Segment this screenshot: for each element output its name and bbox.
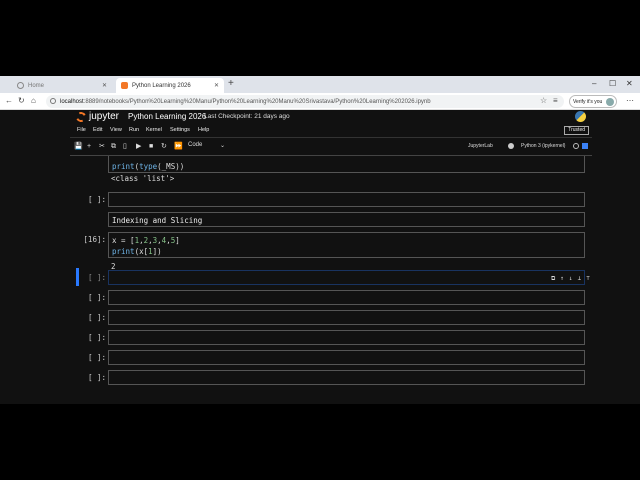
close-window-icon[interactable]: ✕ [626, 79, 633, 89]
chevron-down-icon[interactable]: ⌄ [220, 142, 225, 149]
jupyter-header: jupyter Python Learning 2026 Last Checkp… [70, 110, 592, 124]
insert-below-icon[interactable]: ⊤ [586, 273, 590, 284]
cell-prompt: [ ]: [87, 313, 106, 322]
back-icon[interactable]: ← [5, 96, 13, 106]
cell-input[interactable] [108, 330, 585, 345]
tab-strip: Home ✕ Python Learning 2026 ✕ + – ☐ ✕ [0, 76, 640, 93]
duplicate-cell-icon[interactable]: ⧉ [551, 273, 555, 284]
cell-input[interactable]: print(type(_MS)) [108, 156, 585, 173]
minimize-icon[interactable]: – [592, 79, 596, 89]
favorites-icon[interactable]: ≡ [553, 96, 558, 105]
navigation-bar: ← ↻ ⌂ localhost:8889/notebooks/Python%20… [0, 93, 640, 110]
cell-input[interactable] [108, 192, 585, 207]
restart-icon[interactable]: ↻ [161, 142, 167, 151]
python-logo-icon [575, 111, 586, 122]
menu-kernel[interactable]: Kernel [146, 127, 162, 133]
profile-label: Verify it's you [573, 98, 603, 105]
home-icon[interactable]: ⌂ [31, 96, 36, 106]
cell-input[interactable] [108, 370, 585, 385]
close-tab-icon[interactable]: ✕ [102, 82, 107, 89]
star-icon[interactable]: ☆ [540, 96, 547, 105]
menu-help[interactable]: Help [198, 127, 209, 133]
maximize-icon[interactable]: ☐ [609, 79, 616, 89]
notebook-toolbar: 💾 + ✂ ⧉ ▯ ▶ ■ ↻ ⏩ Code ⌄ JupyterLab Pyth… [70, 138, 592, 156]
cell-input[interactable] [108, 350, 585, 365]
cell-prompt: [ ]: [87, 195, 106, 204]
kernel-name[interactable]: Python 3 (ipykernel) [521, 143, 565, 149]
cell-output: <class 'list'> [111, 174, 175, 183]
cell-input[interactable] [108, 310, 585, 325]
new-tab-icon[interactable]: + [228, 79, 234, 89]
trusted-badge[interactable]: Trusted [564, 126, 589, 135]
menu-file[interactable]: File [77, 127, 86, 133]
restart-run-all-icon[interactable]: ⏩ [174, 142, 183, 151]
move-up-icon[interactable]: ↑ [560, 273, 564, 284]
profile-button[interactable]: Verify it's you [569, 95, 617, 108]
menu-view[interactable]: View [110, 127, 122, 133]
paste-icon[interactable]: ▯ [123, 142, 127, 151]
address-bar[interactable]: localhost:8889/notebooks/Python%20Learni… [46, 95, 564, 108]
menu-settings[interactable]: Settings [170, 127, 190, 133]
cell-type-select[interactable]: Code [188, 142, 202, 148]
cell-prompt: [16]: [83, 235, 106, 244]
jupyter-logo-icon [74, 110, 88, 123]
move-down-icon[interactable]: ↓ [569, 273, 573, 284]
cell-toolbar: ⧉ ↑ ↓ ⊥ ⊤ 🗑 [551, 273, 592, 284]
tab-notebook-label: Python Learning 2026 [132, 82, 191, 89]
insert-above-icon[interactable]: ⊥ [578, 273, 582, 284]
save-icon[interactable]: 💾 [74, 142, 83, 151]
cell-prompt: [ ]: [87, 273, 106, 282]
close-tab-icon[interactable]: ✕ [214, 82, 219, 89]
active-cell-indicator [76, 268, 79, 286]
notebook-title[interactable]: Python Learning 2026 [128, 112, 206, 121]
copy-icon[interactable]: ⧉ [111, 142, 116, 151]
cell-prompt: [ ]: [87, 373, 106, 382]
add-cell-icon[interactable]: + [87, 142, 91, 151]
github-icon[interactable] [508, 143, 514, 149]
avatar [606, 98, 614, 106]
tab-notebook[interactable]: Python Learning 2026 ✕ [116, 78, 224, 93]
cell-input[interactable]: ⧉ ↑ ↓ ⊥ ⊤ 🗑 [108, 270, 590, 285]
tab-favicon-icon [17, 82, 24, 89]
menu-run[interactable]: Run [129, 127, 139, 133]
cell-prompt: [ ]: [87, 333, 106, 342]
browser-window: Home ✕ Python Learning 2026 ✕ + – ☐ ✕ ← … [0, 76, 640, 404]
cell-prompt: [ ]: [87, 293, 106, 302]
tab-home[interactable]: Home ✕ [12, 78, 112, 93]
cut-icon[interactable]: ✂ [99, 142, 105, 151]
run-icon[interactable]: ▶ [136, 142, 141, 151]
refresh-icon[interactable]: ↻ [18, 96, 25, 106]
debugger-icon[interactable] [582, 143, 588, 149]
markdown-input[interactable]: Indexing and Slicing [108, 212, 585, 227]
notebook-area: print(type(_MS)) <class 'list'> [ ]: Ind… [70, 156, 592, 404]
more-options-icon[interactable]: ⋯ [626, 96, 634, 105]
jupyter-favicon-icon [121, 82, 128, 89]
stop-icon[interactable]: ■ [149, 142, 153, 151]
screen: Home ✕ Python Learning 2026 ✕ + – ☐ ✕ ← … [0, 0, 640, 480]
menu-bar: File Edit View Run Kernel Settings Help … [70, 124, 592, 138]
jupyterlab-link[interactable]: JupyterLab [468, 143, 493, 149]
jupyter-logo[interactable]: jupyter [74, 110, 120, 123]
kernel-status-icon [573, 143, 579, 149]
cell-prompt: [ ]: [87, 353, 106, 362]
menu-edit[interactable]: Edit [93, 127, 102, 133]
tab-home-label: Home [28, 82, 45, 89]
cell-input[interactable] [108, 290, 585, 305]
last-checkpoint: Last Checkpoint: 21 days ago [204, 113, 290, 120]
jupyter-logo-text: jupyter [89, 111, 120, 122]
site-info-icon[interactable] [50, 98, 56, 104]
cell-input[interactable]: x = [1,2,3,4,5] print(x[1]) [108, 232, 585, 258]
url-path: :8889/notebooks/Python%20Learning%20Manu… [83, 98, 431, 105]
url-host: localhost [60, 98, 84, 105]
